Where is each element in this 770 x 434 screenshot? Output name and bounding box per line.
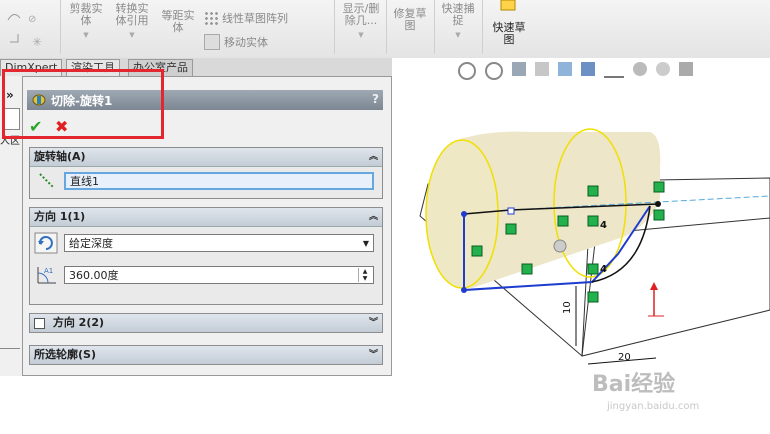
reverse-direction-icon[interactable] [34,232,58,254]
angle-icon: A1 [37,267,56,284]
rotation-axis-field[interactable]: 直线1 [64,172,374,190]
offset-label: 等距实 体 [161,9,195,34]
linear-pattern-label: 线性草图阵列 [222,12,288,25]
graphics-area[interactable]: 4 4 10 20 [392,58,770,434]
section-axis-header[interactable]: 旋转轴(A) ︽ [30,148,382,167]
direction2-checkbox[interactable] [34,317,45,329]
trim-entities-button[interactable]: 剪裁实 体 ▼ [64,3,108,41]
section-direction2-title: 方向 2(2) [52,316,105,329]
angle-input[interactable]: 360.00度 ▲ ▼ [64,266,374,284]
chevron-down-icon: ▼ [455,31,461,39]
section-contours-title: 所选轮廓(S) [34,348,96,361]
end-condition-select[interactable]: 给定深度 ▼ [64,234,374,252]
watermark-url: jingyan.baidu.com [607,401,700,412]
rapid-sketch-button[interactable]: 快速草 图 [484,0,534,46]
section-direction2: 方向 2(2) ︾ [29,313,383,333]
repair-label: 修复草 图 [393,7,427,32]
trim-label: 剪裁实 体 [69,2,103,27]
chevron-down-icon: ▼ [358,31,364,39]
rapid-sketch-label: 快速草 图 [492,21,526,46]
zoom-to-area-icon[interactable] [485,62,503,80]
spin-buttons[interactable]: ▲ ▼ [358,268,371,282]
section-axis-title: 旋转轴(A) [34,150,86,163]
apply-scene-icon[interactable] [656,62,670,76]
help-button[interactable]: ? [372,92,379,106]
chevron-down-icon: ▼ [83,31,89,39]
svg-text:A1: A1 [44,267,53,275]
end-condition-value: 给定深度 [69,237,113,250]
expand-icon[interactable]: ︾ [369,314,378,332]
svg-text:✳: ✳ [32,35,42,49]
axis-line-icon [39,173,55,189]
relation-label-4b: 4 [600,264,607,275]
dimension-vertical[interactable]: 10 [562,301,573,314]
angle-value: 360.00度 [69,269,119,282]
sketch-entity-icons[interactable]: ⊘ ✳ [4,8,54,52]
dimension-horizontal[interactable]: 20 [618,352,631,363]
collapse-icon[interactable]: ︽ [369,208,378,226]
view-settings-icon[interactable] [679,62,693,76]
hide-show-items-icon[interactable] [604,62,624,78]
section-direction1-title: 方向 1(1) [34,210,86,223]
zoom-to-fit-icon[interactable] [458,62,476,80]
heads-up-view-toolbar [458,62,693,80]
view-orientation-icon[interactable] [558,62,572,76]
linear-pattern-button[interactable]: 线性草图阵列 [204,10,288,26]
relation-label-4a: 4 [600,220,607,231]
section-direction1: 方向 1(1) ︽ 给定深度 ▼ A1 360.00度 ▲ ▼ [29,207,383,305]
convert-label: 转换实 体引用 [115,2,149,27]
move-entities-button[interactable]: 移动实体 [204,34,268,50]
section-view-icon[interactable] [535,62,549,76]
section-direction2-header[interactable]: 方向 2(2) ︾ [30,314,382,332]
display-style-icon[interactable] [581,62,595,76]
repair-sketch-button[interactable]: 修复草 图 [388,8,432,32]
collapse-icon[interactable]: ︽ [369,148,378,166]
highlight-box [2,69,164,139]
display-delete-relations-button[interactable]: 显示/删 除几... ▼ [338,3,384,41]
show-delete-label: 显示/删 除几... [342,2,380,27]
section-contours-header[interactable]: 所选轮廓(S) ︾ [30,346,382,364]
previous-view-icon[interactable] [512,62,526,76]
watermark: Bai经验 [592,372,676,397]
section-direction1-header[interactable]: 方向 1(1) ︽ [30,208,382,227]
chevron-down-icon: ▼ [362,239,369,248]
edit-appearance-icon[interactable] [633,62,647,76]
move-icon [204,34,220,50]
offset-entities-button[interactable]: 等距实 体 [156,0,200,34]
section-axis: 旋转轴(A) ︽ 直线1 [29,147,383,199]
svg-text:⊘: ⊘ [28,14,36,25]
quick-snaps-button[interactable]: 快速捕 捉 ▼ [436,3,480,41]
quick-snap-label: 快速捕 捉 [441,2,475,27]
expand-icon[interactable]: ︾ [369,346,378,364]
command-manager-ribbon: ⊘ ✳ 剪裁实 体 ▼ 转换实 体引用 ▼ 等距实 体 线性草图阵列 移动实体 … [0,0,770,59]
linear-pattern-icon [204,11,218,25]
rapid-sketch-icon [500,0,516,11]
model-viewport[interactable]: 4 4 10 20 [392,58,770,434]
convert-entities-button[interactable]: 转换实 体引用 ▼ [110,3,154,41]
chevron-down-icon: ▼ [129,31,135,39]
divider [0,348,20,349]
sketch-tools-icon[interactable]: ⊘ ✳ [4,8,54,52]
section-contours: 所选轮廓(S) ︾ [29,345,383,365]
move-label: 移动实体 [224,36,268,49]
